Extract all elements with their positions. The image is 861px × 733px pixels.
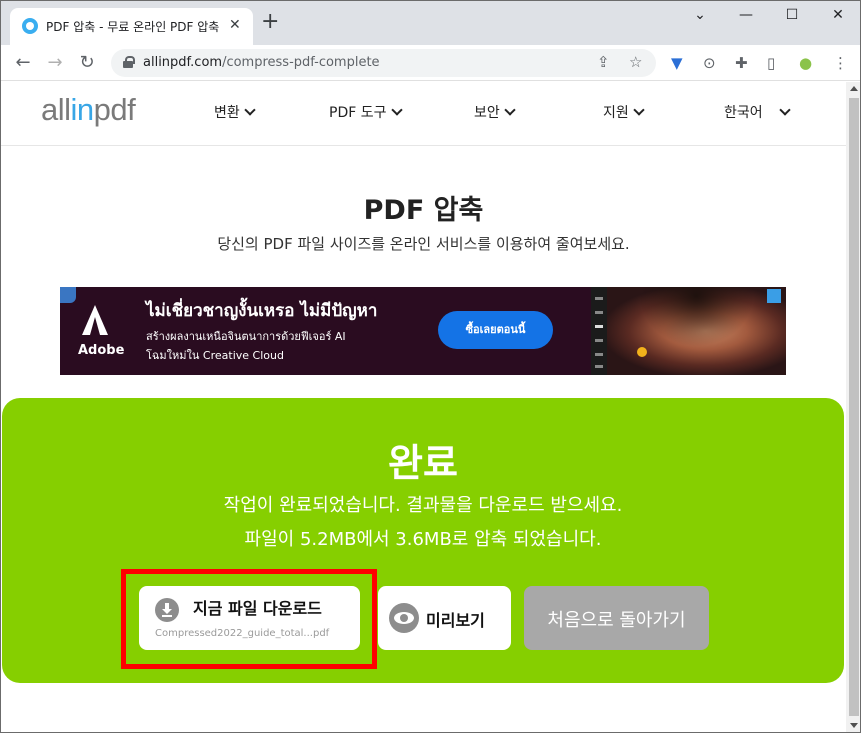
adobe-a-icon: [82, 305, 108, 335]
extensions-puzzle-icon[interactable]: ✚: [735, 54, 748, 72]
complete-message: 작업이 완료되었습니다. 결과물을 다운로드 받으세요.: [223, 495, 623, 516]
minimize-button[interactable]: —: [731, 7, 761, 23]
new-tab-button[interactable]: +: [261, 11, 279, 33]
menu-security[interactable]: 보안: [474, 102, 516, 122]
lock-icon[interactable]: [123, 56, 135, 68]
download-button-label: 지금 파일 다운로드: [193, 599, 322, 618]
browser-toolbar: ← → ↻ allinpdf.com/compress-pdf-complete…: [1, 45, 860, 81]
site-favicon-icon: [22, 18, 38, 34]
ad-buy-now-button[interactable]: ซื้อเลยตอนนี้: [438, 311, 553, 349]
preview-button[interactable]: 미리보기: [378, 586, 511, 650]
page-title: PDF 압축: [363, 195, 484, 226]
complete-title: 완료: [388, 441, 458, 485]
side-panel-icon[interactable]: ▯: [767, 54, 775, 72]
chevron-down-icon: [390, 104, 403, 116]
advertisement-banner[interactable]: Adobe ไม่เชี่ยวชาญงั้นเหรอ ไม่มีปัญหา สร…: [60, 287, 786, 375]
scroll-down-arrow-icon[interactable]: [850, 723, 858, 728]
menu-kebab-icon[interactable]: ⋮: [833, 54, 848, 72]
scroll-thumb[interactable]: [849, 98, 859, 716]
chevron-down-icon: [244, 104, 256, 116]
chevron-down-icon: [504, 104, 516, 116]
menu-language[interactable]: 한국어: [724, 102, 791, 122]
download-icon: [155, 598, 179, 622]
close-window-button[interactable]: ✕: [823, 7, 853, 23]
menu-support[interactable]: 지원: [603, 102, 645, 122]
share-icon[interactable]: ⇪: [597, 53, 610, 71]
ad-portrait-image: [607, 287, 786, 375]
download-file-name: Compressed2022_guide_total...pdf: [155, 628, 330, 639]
extension-v-icon[interactable]: ▼: [671, 54, 683, 72]
bookmark-star-icon[interactable]: ☆: [629, 53, 642, 71]
page-subtitle: 당신의 PDF 파일 사이즈를 온라인 서비스를 이용하여 줄여보세요.: [217, 235, 630, 253]
back-arrow-icon[interactable]: ←: [11, 51, 35, 75]
url-text[interactable]: allinpdf.com/compress-pdf-complete: [143, 55, 380, 70]
start-over-button[interactable]: 처음으로 돌아가기: [524, 586, 709, 650]
ad-toolbar-graphic: [591, 287, 607, 375]
menu-pdf-tools[interactable]: PDF 도구: [329, 102, 403, 122]
reload-icon[interactable]: ↻: [75, 51, 99, 75]
tab-strip: PDF 압축 - 무료 온라인 PDF 압축 ✕ + ⌄ — ☐ ✕: [1, 1, 860, 45]
scroll-up-arrow-icon[interactable]: [850, 86, 858, 91]
page-scrollbar[interactable]: [846, 82, 860, 732]
chevron-down-icon: [778, 104, 791, 116]
start-over-button-label: 처음으로 돌아가기: [547, 610, 686, 631]
allinpdf-logo[interactable]: allinpdf: [41, 92, 136, 128]
address-bar[interactable]: allinpdf.com/compress-pdf-complete ⇪ ☆: [111, 49, 656, 77]
ad-line-2: โฉมใหม่ใน Creative Cloud: [146, 349, 284, 362]
menu-convert[interactable]: 변환: [214, 102, 256, 122]
maximize-button[interactable]: ☐: [777, 7, 807, 23]
web-page: allinpdf 변환 PDF 도구 보안 지원 한국어 PDF 압축 당신의 …: [1, 82, 846, 732]
preview-button-label: 미리보기: [426, 611, 485, 630]
tab-close-icon[interactable]: ✕: [229, 17, 241, 33]
download-file-button[interactable]: 지금 파일 다운로드 Compressed2022_guide_total...…: [139, 586, 360, 650]
ad-choices-icon[interactable]: [60, 287, 76, 303]
site-header: allinpdf 변환 PDF 도구 보안 지원 한국어: [1, 82, 846, 146]
result-panel: 완료 작업이 완료되었습니다. 결과물을 다운로드 받으세요. 파일이 5.2M…: [2, 398, 844, 683]
eye-icon: [389, 603, 419, 633]
chevron-down-icon: [633, 104, 645, 116]
ad-brand-text: Adobe: [78, 343, 125, 358]
browser-tab[interactable]: PDF 압축 - 무료 온라인 PDF 압축 ✕: [10, 8, 253, 45]
browser-window: PDF 압축 - 무료 온라인 PDF 압축 ✕ + ⌄ — ☐ ✕ ← → ↻…: [0, 0, 861, 733]
tab-title: PDF 압축 - 무료 온라인 PDF 압축: [46, 20, 220, 34]
tab-search-icon[interactable]: ⌄: [685, 7, 715, 23]
extension-mouse-icon[interactable]: ⊙: [703, 54, 716, 72]
compression-summary: 파일이 5.2MB에서 3.6MB로 압축 되었습니다.: [244, 529, 602, 550]
ad-line-1: สร้างผลงานเหนือจินตนาการด้วยฟีเจอร์ AI: [146, 330, 346, 343]
adobe-logo: Adobe: [74, 305, 125, 363]
profile-avatar-icon[interactable]: ●: [799, 54, 812, 72]
ad-headline: ไม่เชี่ยวชาญงั้นเหรอ ไม่มีปัญหา: [146, 301, 378, 321]
forward-arrow-icon[interactable]: →: [43, 51, 67, 75]
